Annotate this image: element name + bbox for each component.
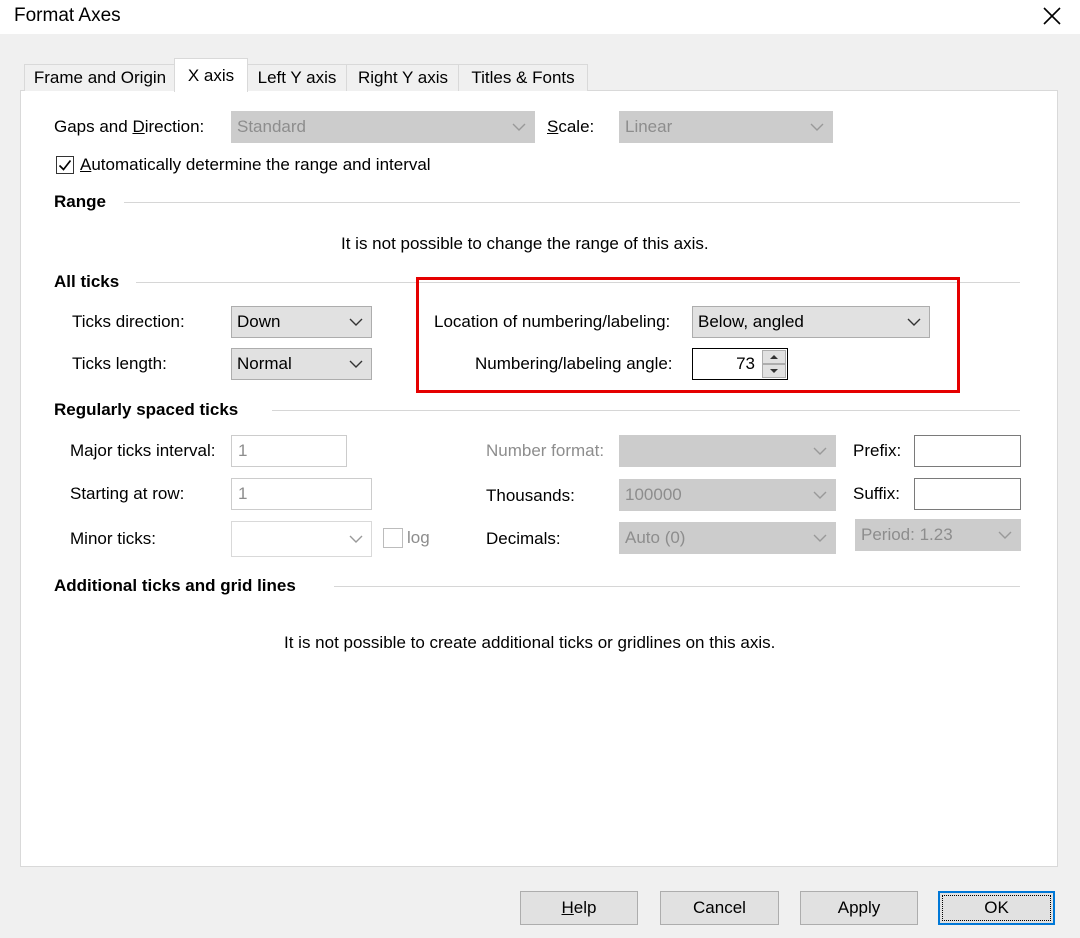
additional-ticks-divider — [334, 586, 1020, 587]
thousands-select[interactable]: 100000 — [619, 479, 836, 511]
regular-ticks-divider — [272, 410, 1020, 411]
decimals-select[interactable]: Auto (0) — [619, 522, 836, 554]
chevron-down-icon — [349, 360, 363, 368]
range-heading: Range — [54, 192, 106, 211]
chevron-down-icon — [349, 535, 363, 543]
ok-button[interactable]: OK — [938, 891, 1055, 925]
log-label: log — [407, 528, 430, 547]
range-divider — [124, 202, 1020, 203]
starting-row-label: Starting at row: — [70, 484, 185, 503]
help-button[interactable]: Help — [520, 891, 638, 925]
checkmark-icon — [58, 159, 72, 171]
decimals-label: Decimals: — [486, 529, 561, 548]
minor-ticks-label: Minor ticks: — [70, 529, 156, 548]
chevron-down-icon — [998, 531, 1012, 539]
tab-panel — [20, 90, 1058, 867]
log-checkbox[interactable] — [383, 528, 403, 548]
range-message: It is not possible to change the range o… — [341, 234, 709, 253]
additional-ticks-message: It is not possible to create additional … — [284, 633, 776, 652]
auto-range-label[interactable]: Automatically determine the range and in… — [80, 154, 431, 176]
tab-titles-fonts[interactable]: Titles & Fonts — [458, 64, 588, 91]
auto-range-checkbox[interactable] — [56, 156, 74, 174]
apply-button[interactable]: Apply — [800, 891, 918, 925]
tab-left-y-axis[interactable]: Left Y axis — [246, 64, 348, 91]
number-format-label: Number format: — [486, 441, 605, 460]
chevron-down-icon — [512, 123, 526, 131]
chevron-down-icon — [810, 123, 824, 131]
suffix-label: Suffix: — [853, 484, 900, 503]
period-select[interactable]: Period: 1.23 — [855, 519, 1021, 551]
ticks-direction-select[interactable]: Down — [231, 306, 372, 338]
title-bar — [0, 0, 1080, 34]
prefix-input[interactable] — [914, 435, 1021, 467]
major-interval-input[interactable]: 1 — [231, 435, 347, 467]
regular-ticks-heading: Regularly spaced ticks — [54, 400, 239, 419]
tab-right-y-axis[interactable]: Right Y axis — [346, 64, 460, 91]
window-title: Format Axes — [14, 5, 121, 26]
scale-select[interactable]: Linear — [619, 111, 833, 143]
ticks-length-label: Ticks length: — [72, 354, 167, 373]
starting-row-input[interactable]: 1 — [231, 478, 372, 510]
minor-ticks-select[interactable] — [231, 521, 372, 557]
highlight-box — [416, 277, 960, 393]
chevron-down-icon — [349, 318, 363, 326]
major-interval-label: Major ticks interval: — [70, 441, 216, 460]
ticks-length-select[interactable]: Normal — [231, 348, 372, 380]
all-ticks-heading: All ticks — [54, 272, 120, 291]
additional-ticks-heading: Additional ticks and grid lines — [54, 576, 296, 595]
cancel-button[interactable]: Cancel — [660, 891, 779, 925]
thousands-label: Thousands: — [486, 486, 575, 505]
close-icon[interactable] — [1034, 0, 1070, 32]
prefix-label: Prefix: — [853, 441, 902, 460]
scale-label: Scale: — [547, 117, 595, 136]
chevron-down-icon — [813, 534, 827, 542]
chevron-down-icon — [813, 491, 827, 499]
tab-frame-and-origin[interactable]: Frame and Origin — [24, 64, 176, 91]
ticks-direction-label: Ticks direction: — [72, 312, 185, 331]
tab-x-axis[interactable]: X axis — [174, 58, 248, 92]
chevron-down-icon — [813, 447, 827, 455]
gaps-direction-label: Gaps and Direction: — [54, 117, 205, 136]
number-format-select[interactable] — [619, 435, 836, 467]
suffix-input[interactable] — [914, 478, 1021, 510]
gaps-direction-select[interactable]: Standard — [231, 111, 535, 143]
